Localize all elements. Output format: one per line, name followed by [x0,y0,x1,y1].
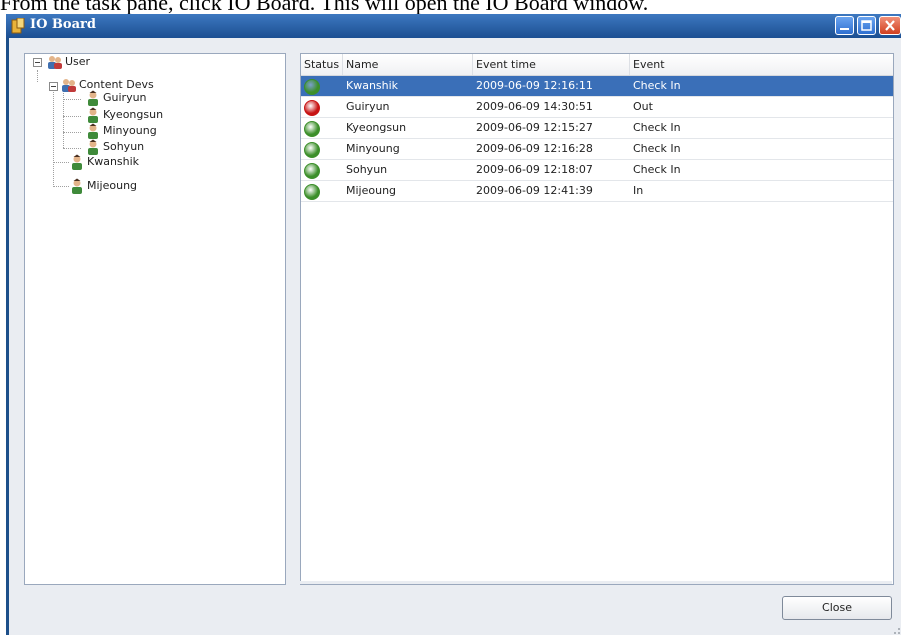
cell-name: Kwanshik [346,79,399,92]
tree-node-user[interactable]: User [47,54,167,70]
table-row[interactable]: Kwanshik 2009-06-09 12:16:11 Check In [301,76,893,97]
user-icon [88,90,98,106]
window-title: IO Board [30,17,96,32]
cell-name: Sohyun [346,163,388,176]
tree-node-sohyun[interactable]: Sohyun [85,139,205,155]
cell-name: Kyeongsun [346,121,407,134]
cell-event-time: 2009-06-09 12:41:39 [476,184,593,197]
user-group-icon [62,79,76,92]
tree-line [37,70,38,82]
tree-line [63,99,81,100]
window-client-area: User Content Devs Guiryun Kyeongsun Miny… [9,38,901,635]
resize-grip-icon[interactable] [889,623,901,635]
status-indicator-icon [304,142,320,158]
minimize-button[interactable] [835,16,854,35]
cell-event: Check In [633,142,681,155]
cell-event: Check In [633,163,681,176]
tree-line [63,88,64,148]
close-button[interactable]: Close [782,596,892,620]
user-icon [88,123,98,139]
title-bar[interactable]: IO Board [6,14,901,38]
tree-line [63,116,81,117]
grid-bottom-edge [300,581,892,584]
user-icon [88,107,98,123]
user-group-icon [48,56,62,69]
cell-event: In [633,184,644,197]
tree-node-label: Mijeoung [87,179,138,192]
cell-name: Mijeoung [346,184,397,197]
maximize-button[interactable] [857,16,876,35]
cell-event-time: 2009-06-09 12:18:07 [476,163,593,176]
tree-line [53,85,54,187]
user-icon [88,139,98,155]
cell-event: Check In [633,79,681,92]
tree-node-mijeoung[interactable]: Mijeoung [69,178,189,194]
cell-name: Minyoung [346,142,400,155]
close-icon [885,20,895,31]
status-indicator-icon [304,121,320,137]
event-grid[interactable]: Status Name Event time Event Kwanshik 20… [300,53,894,585]
user-tree[interactable]: User Content Devs Guiryun Kyeongsun Miny… [24,53,286,585]
collapse-group-icon[interactable] [49,82,58,91]
column-header-status[interactable]: Status [301,54,343,75]
user-icon [72,178,82,194]
cell-event-time: 2009-06-09 12:16:28 [476,142,593,155]
tree-node-guiryun[interactable]: Guiryun [85,90,205,106]
table-row[interactable]: Minyoung 2009-06-09 12:16:28 Check In [301,139,893,160]
tree-node-kyeongsun[interactable]: Kyeongsun [85,107,205,123]
collapse-root-icon[interactable] [33,58,42,67]
table-row[interactable]: Sohyun 2009-06-09 12:18:07 Check In [301,160,893,181]
minimize-icon [840,28,849,30]
cell-name: Guiryun [346,100,390,113]
table-row[interactable]: Mijeoung 2009-06-09 12:41:39 In [301,181,893,202]
user-icon [72,154,82,170]
tree-line [63,132,81,133]
app-icon [11,18,25,34]
status-indicator-icon [304,100,320,116]
tree-node-label: User [65,55,91,68]
cell-event-time: 2009-06-09 12:15:27 [476,121,593,134]
tree-node-label: Minyoung [103,124,157,137]
window-close-button[interactable] [879,16,901,35]
tree-node-minyoung[interactable]: Minyoung [85,123,205,139]
cell-event-time: 2009-06-09 12:16:11 [476,79,593,92]
tree-line [53,186,69,187]
status-indicator-icon [304,163,320,179]
status-indicator-icon [304,184,320,200]
grid-header: Status Name Event time Event [301,54,893,76]
tree-node-label: Kwanshik [87,155,140,168]
column-header-name[interactable]: Name [343,54,473,75]
column-header-event[interactable]: Event [630,54,893,75]
tree-node-label: Sohyun [103,140,145,153]
tree-node-label: Kyeongsun [103,108,164,121]
tree-line [53,162,69,163]
maximize-icon [861,20,872,31]
cell-event-time: 2009-06-09 14:30:51 [476,100,593,113]
table-row[interactable]: Guiryun 2009-06-09 14:30:51 Out [301,97,893,118]
cell-event: Check In [633,121,681,134]
cell-event: Out [633,100,653,113]
io-board-window: IO Board User Content Devs Guiryun Kyeon… [6,14,901,635]
tree-node-label: Guiryun [103,91,147,104]
tree-line [63,148,81,149]
table-row[interactable]: Kyeongsun 2009-06-09 12:15:27 Check In [301,118,893,139]
tree-node-kwanshik[interactable]: Kwanshik [69,154,189,170]
column-header-event-time[interactable]: Event time [473,54,630,75]
status-indicator-icon [304,79,320,95]
